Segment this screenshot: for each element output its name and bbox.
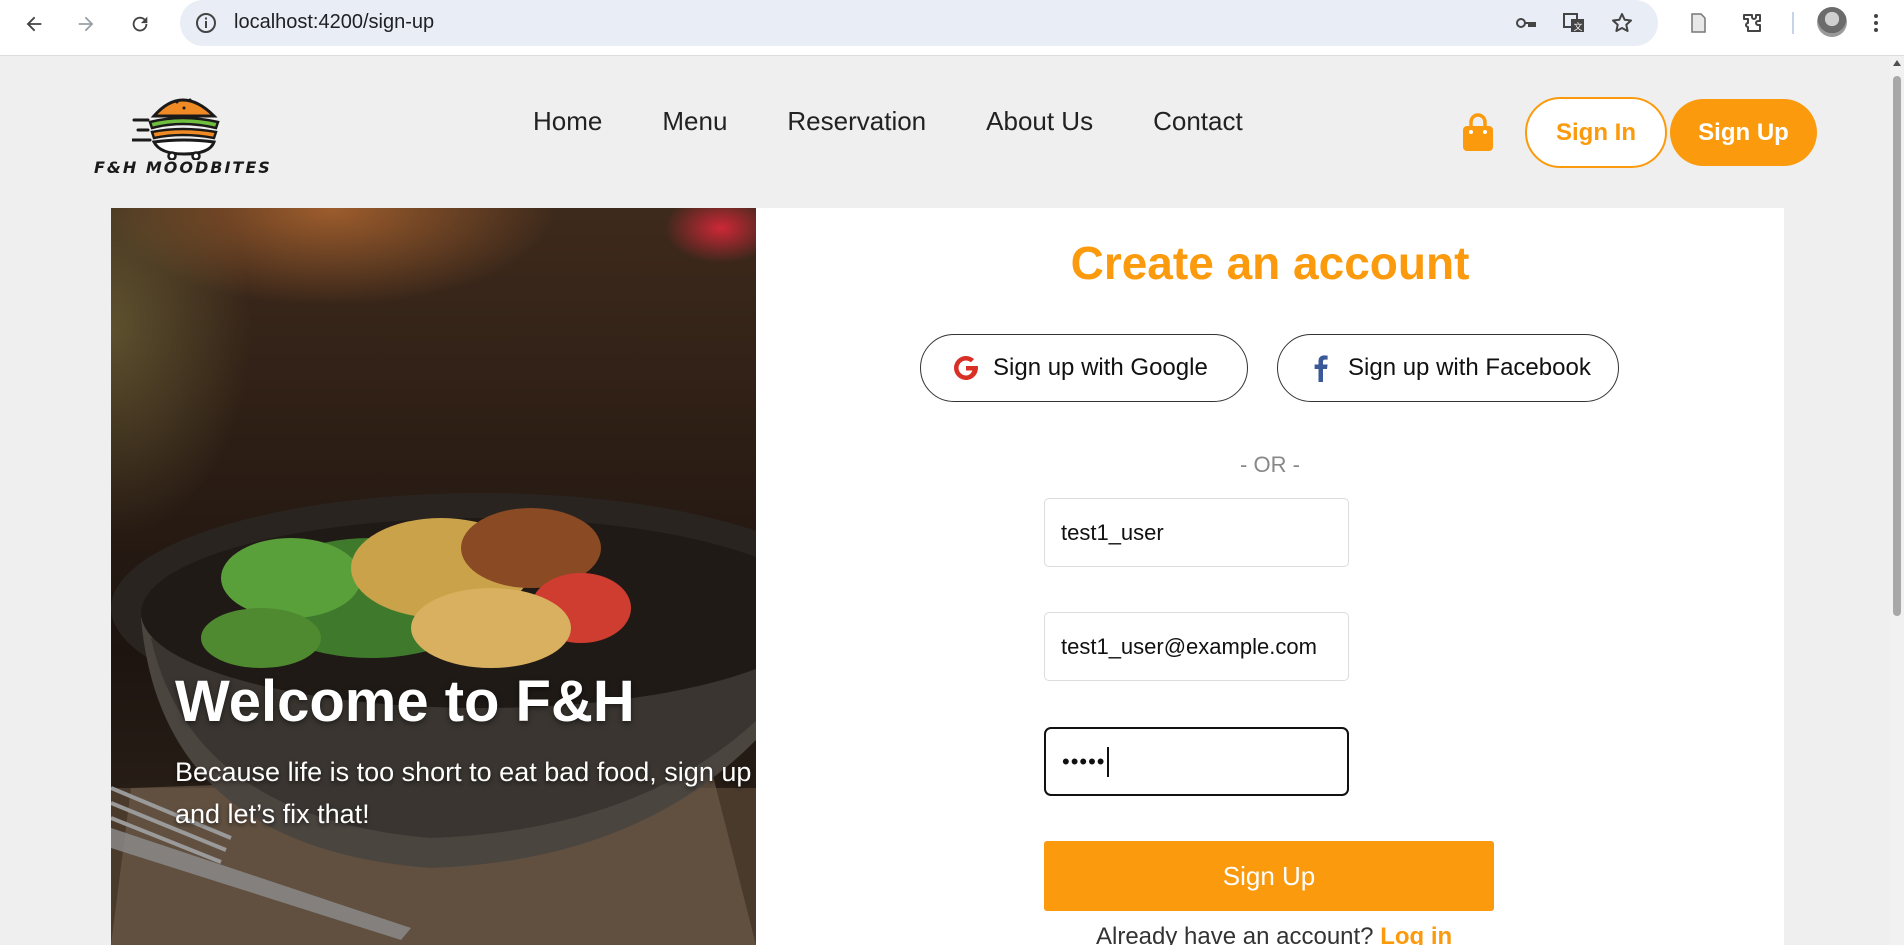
password-key-icon[interactable] <box>1512 9 1540 37</box>
signup-card: Welcome to F&H Because life is too short… <box>111 208 1784 945</box>
burger-logo-icon <box>132 98 220 160</box>
login-prompt: Already have an account? Log in <box>1096 923 1452 945</box>
hero-image: Welcome to F&H Because life is too short… <box>111 208 756 945</box>
url-text[interactable]: localhost:4200/sign-up <box>234 11 434 34</box>
login-prompt-text: Already have an account? <box>1096 923 1374 945</box>
browser-toolbar: localhost:4200/sign-up 文 <box>0 0 1904 56</box>
bookmark-star-icon[interactable] <box>1608 9 1636 37</box>
reading-list-icon[interactable] <box>1684 9 1712 37</box>
facebook-signup-button[interactable]: Sign up with Facebook <box>1277 334 1619 402</box>
text-caret <box>1106 746 1109 777</box>
svg-text:文: 文 <box>1574 21 1583 33</box>
username-field[interactable]: test1_user <box>1044 498 1349 567</box>
address-bar[interactable]: localhost:4200/sign-up 文 <box>180 0 1658 46</box>
form-title: Create an account <box>1070 237 1470 289</box>
back-icon[interactable] <box>20 10 48 38</box>
password-field[interactable]: ••••• <box>1044 727 1349 796</box>
scroll-up-icon[interactable] <box>1893 60 1901 66</box>
facebook-signup-label: Sign up with Facebook <box>1348 354 1591 381</box>
nav-home[interactable]: Home <box>533 106 602 137</box>
signup-form: Create an account Sign up with Google Si… <box>756 208 1784 945</box>
google-signup-label: Sign up with Google <box>993 354 1208 381</box>
main-navigation: Home Menu Reservation About Us Contact <box>533 106 1303 137</box>
hero-tagline: Because life is too short to eat bad foo… <box>175 757 752 829</box>
or-separator: - OR - <box>1240 452 1300 477</box>
hero-heading: Welcome to F&H <box>175 669 635 734</box>
shopping-bag-icon[interactable] <box>1460 113 1496 153</box>
translate-icon[interactable]: 文 <box>1560 9 1588 37</box>
sign-up-submit-button[interactable]: Sign Up <box>1044 841 1494 911</box>
site-logo[interactable]: F&H MOODBITES <box>92 86 272 182</box>
sign-in-button[interactable]: Sign In <box>1525 97 1667 168</box>
facebook-icon <box>1314 355 1328 382</box>
username-value: test1_user <box>1061 519 1164 545</box>
logo-text: F&H MOODBITES <box>94 158 272 177</box>
google-icon <box>954 355 978 380</box>
nav-reservation[interactable]: Reservation <box>787 106 926 137</box>
nav-menu[interactable]: Menu <box>662 106 727 137</box>
reload-icon[interactable] <box>126 10 154 38</box>
info-icon[interactable] <box>194 11 218 35</box>
page-scrollbar[interactable] <box>1890 56 1904 945</box>
login-link[interactable]: Log in <box>1380 923 1452 945</box>
forward-icon[interactable] <box>72 10 100 38</box>
password-value: ••••• <box>1062 748 1106 774</box>
nav-about-us[interactable]: About Us <box>986 106 1093 137</box>
email-value: test1_user@example.com <box>1061 633 1317 659</box>
menu-dots-icon[interactable] <box>1862 9 1890 37</box>
extensions-icon[interactable] <box>1738 9 1766 37</box>
google-signup-button[interactable]: Sign up with Google <box>920 334 1248 402</box>
nav-contact[interactable]: Contact <box>1153 106 1243 137</box>
toolbar-divider <box>1792 12 1794 34</box>
profile-avatar[interactable] <box>1817 7 1847 37</box>
scrollbar-thumb[interactable] <box>1893 76 1901 616</box>
email-field[interactable]: test1_user@example.com <box>1044 612 1349 681</box>
sign-up-header-button[interactable]: Sign Up <box>1670 99 1817 166</box>
